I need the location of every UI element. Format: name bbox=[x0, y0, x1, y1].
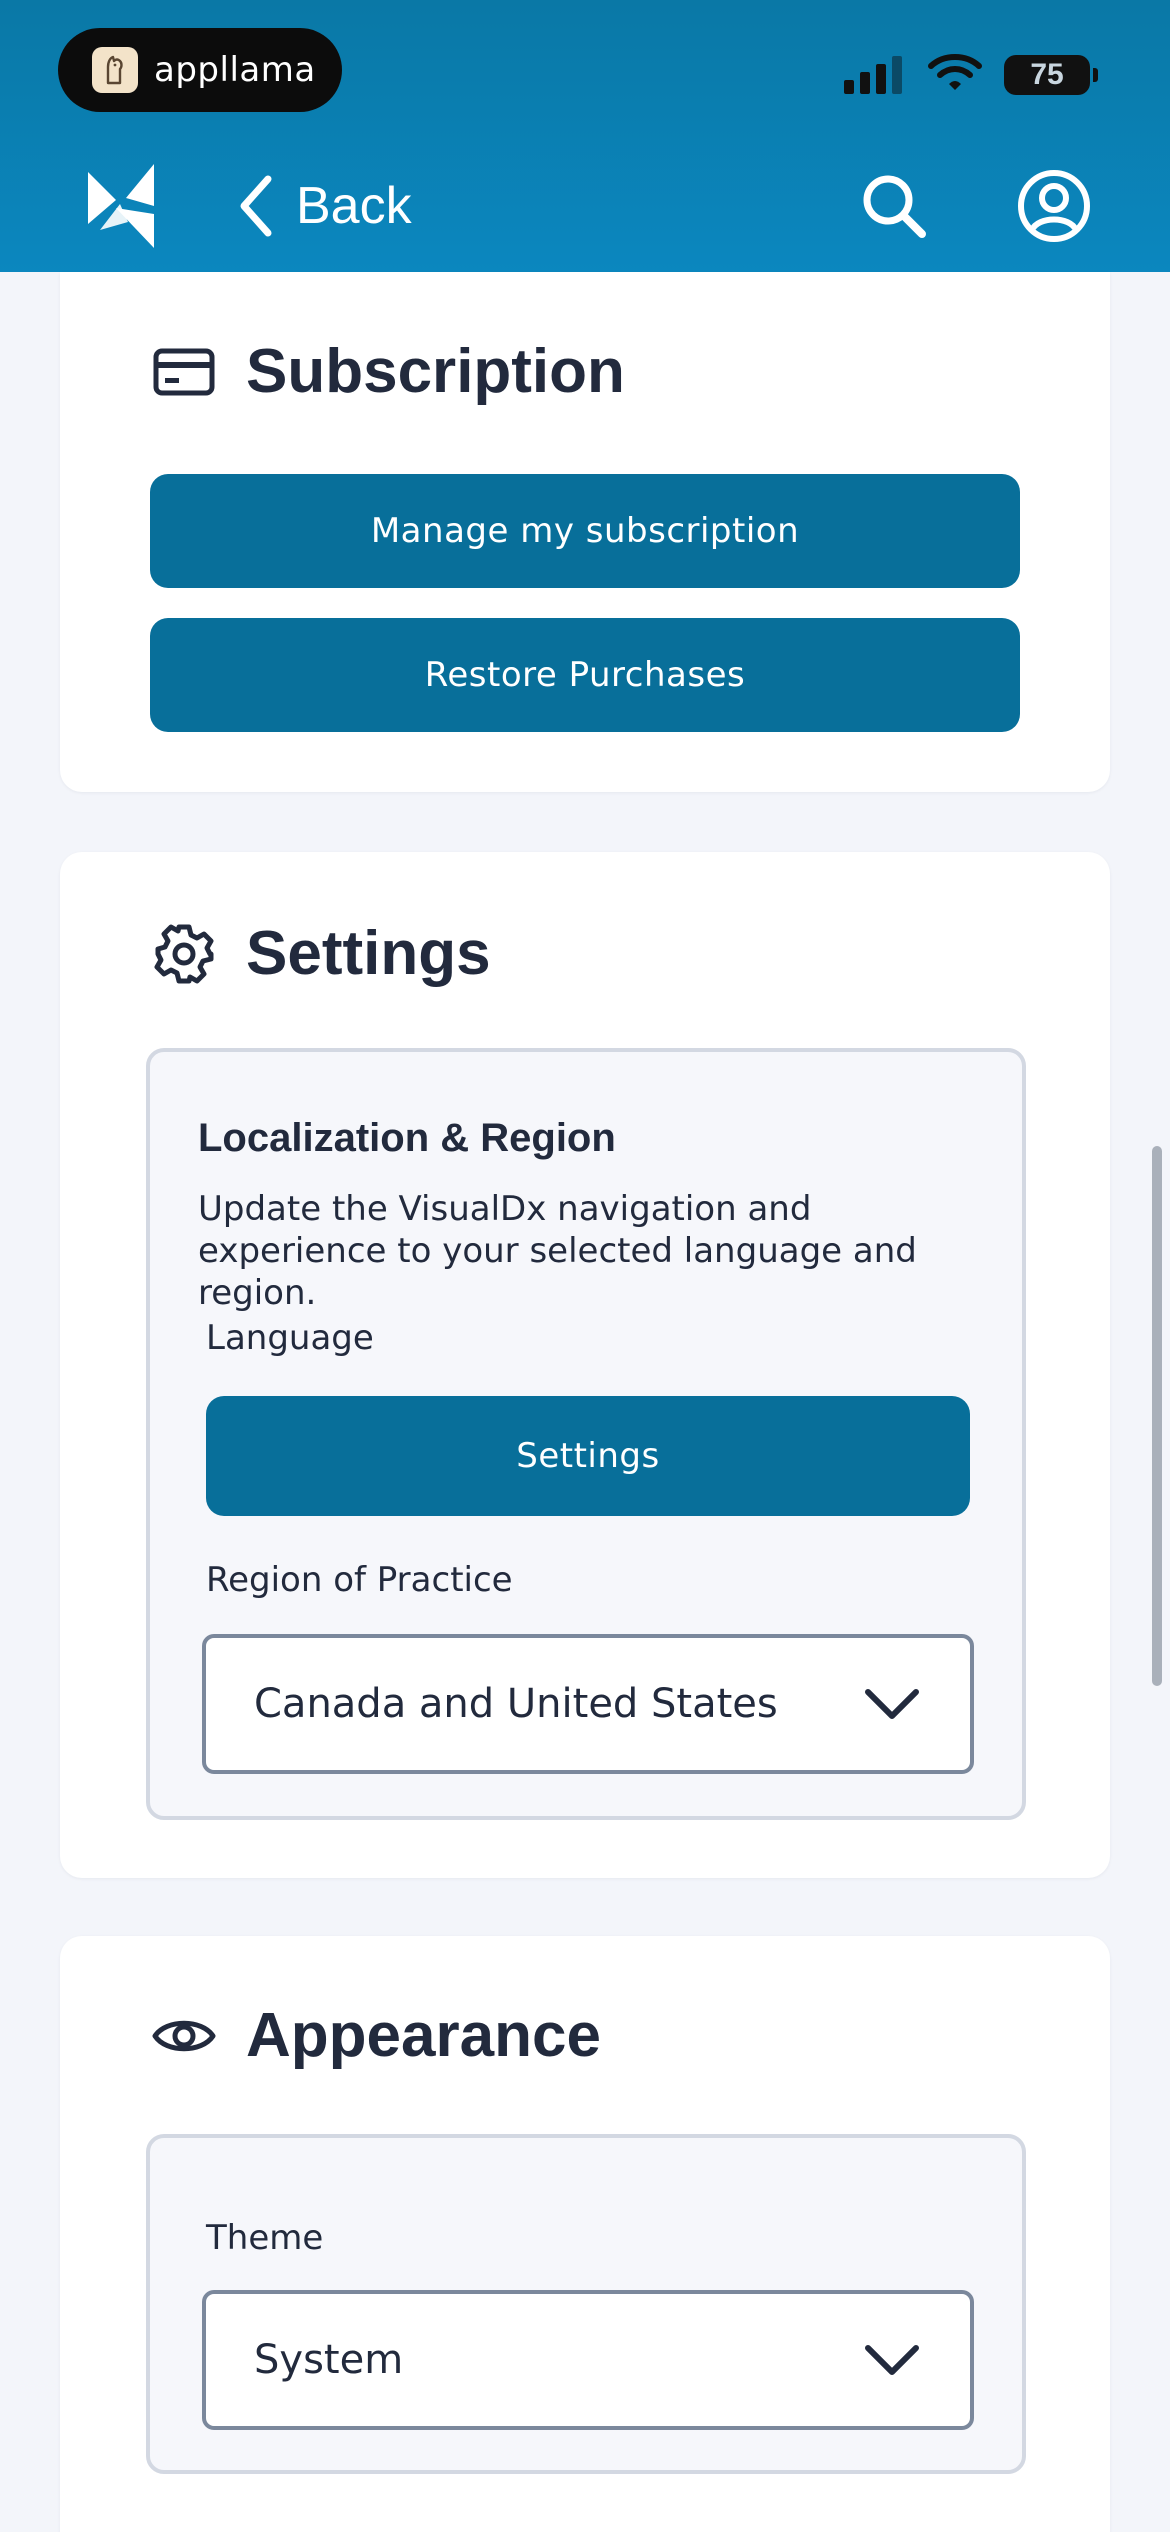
region-value: Canada and United States bbox=[254, 1681, 778, 1727]
chevron-left-icon bbox=[240, 175, 272, 237]
battery-icon: 75 bbox=[1004, 54, 1098, 95]
theme-select[interactable]: System bbox=[202, 2290, 974, 2430]
appearance-header: Appearance bbox=[152, 2000, 601, 2071]
region-label: Region of Practice bbox=[206, 1560, 513, 1600]
visualdx-logo-icon[interactable] bbox=[86, 164, 156, 253]
subscription-title: Subscription bbox=[246, 337, 625, 406]
settings-header: Settings bbox=[152, 918, 491, 989]
status-icons: 75 bbox=[844, 52, 1098, 97]
account-button[interactable] bbox=[1016, 168, 1092, 249]
battery-level: 75 bbox=[1030, 57, 1064, 91]
llama-logo-icon bbox=[92, 47, 138, 93]
subscription-card: Subscription Manage my subscription Rest… bbox=[60, 272, 1110, 792]
cellular-signal-icon bbox=[844, 55, 902, 94]
chevron-down-icon bbox=[865, 2345, 919, 2375]
settings-title: Settings bbox=[246, 919, 491, 988]
localization-description: Update the VisualDx navigation and exper… bbox=[198, 1189, 917, 1313]
theme-value: System bbox=[254, 2337, 404, 2383]
localization-region-panel: Localization & Region Update the VisualD… bbox=[146, 1048, 1026, 1820]
manage-subscription-button[interactable]: Manage my subscription bbox=[150, 474, 1020, 588]
appearance-title: Appearance bbox=[246, 2001, 601, 2070]
back-label: Back bbox=[296, 177, 412, 235]
subscription-header: Subscription bbox=[152, 336, 625, 407]
theme-panel: Theme System bbox=[146, 2134, 1026, 2474]
gear-icon bbox=[152, 922, 216, 986]
region-select[interactable]: Canada and United States bbox=[202, 1634, 974, 1774]
eye-icon bbox=[152, 2004, 216, 2068]
search-button[interactable] bbox=[860, 172, 928, 245]
settings-card: Settings Localization & Region Update th… bbox=[60, 852, 1110, 1878]
credit-card-icon bbox=[152, 340, 216, 404]
theme-label: Theme bbox=[206, 2218, 324, 2258]
language-settings-button[interactable]: Settings bbox=[206, 1396, 970, 1516]
top-bar: appllama 75 Back bbox=[0, 0, 1170, 272]
restore-purchases-button[interactable]: Restore Purchases bbox=[150, 618, 1020, 732]
app-name: appllama bbox=[154, 50, 316, 90]
language-label: Language bbox=[206, 1318, 374, 1358]
search-icon bbox=[863, 175, 926, 238]
scrollbar[interactable] bbox=[1152, 1146, 1162, 1686]
chevron-down-icon bbox=[865, 1689, 919, 1719]
back-button[interactable]: Back bbox=[238, 170, 412, 242]
appearance-card: Appearance Theme System bbox=[60, 1936, 1110, 2532]
user-circle-icon bbox=[1018, 170, 1090, 242]
app-status-pill: appllama bbox=[58, 28, 342, 112]
wifi-icon bbox=[928, 52, 982, 97]
localization-title: Localization & Region bbox=[198, 1116, 616, 1160]
